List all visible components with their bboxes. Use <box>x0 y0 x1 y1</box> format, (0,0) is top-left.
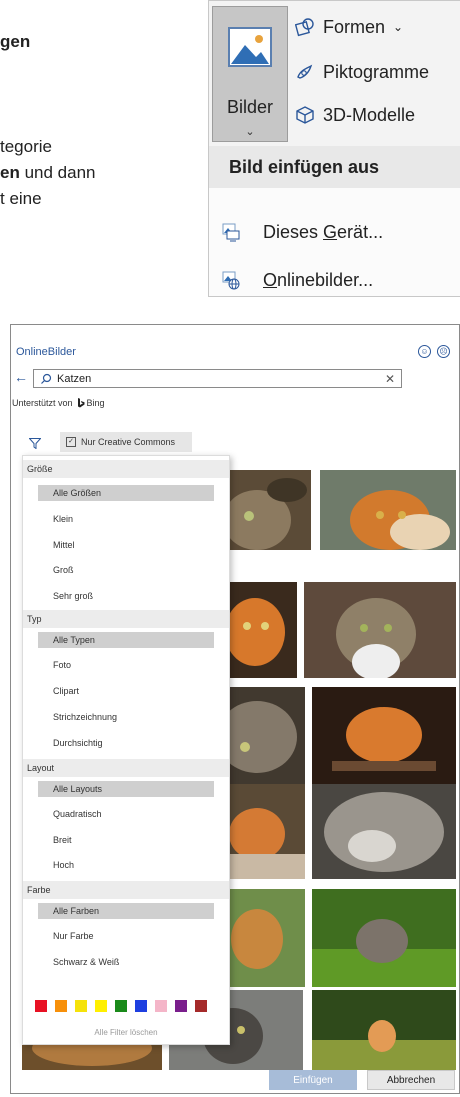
chevron-down-icon: ⌄ <box>245 126 255 138</box>
color-swatch[interactable] <box>75 1000 87 1012</box>
filter-option[interactable]: Foto <box>38 657 214 673</box>
piktogramme-label: Piktogramme <box>323 61 430 82</box>
cancel-button[interactable]: Abbrechen <box>367 1070 455 1090</box>
cat-image-thumbnail[interactable] <box>227 784 305 879</box>
back-arrow-icon[interactable]: ← <box>14 369 28 385</box>
search-box[interactable]: Katzen ✕ <box>33 369 402 388</box>
filter-option[interactable]: Quadratisch <box>38 806 214 822</box>
color-swatch[interactable] <box>115 1000 127 1012</box>
piktogramme-button[interactable]: Piktogramme <box>295 56 429 88</box>
checkbox-checked-icon: ✓ <box>66 437 76 447</box>
formen-button[interactable]: Formen ⌄ <box>295 11 403 43</box>
dialog-title: OnlineBilder <box>16 346 76 358</box>
cat-image-thumbnail[interactable] <box>312 990 456 1070</box>
filter-option[interactable]: Klein <box>38 511 214 527</box>
color-swatch[interactable] <box>175 1000 187 1012</box>
ribbon-illustrations-group: Bilder ⌄ Formen ⌄ Piktogramme 3D-Modelle <box>208 0 460 148</box>
powered-by-label: Unterstützt von <box>12 398 73 408</box>
instruction-bold: en <box>0 163 20 182</box>
online-pictures-dialog: OnlineBilder ☺ ☹ ← Katzen ✕ Unterstützt … <box>10 324 460 1094</box>
3d-modelle-button[interactable]: 3D-Modelle <box>295 99 415 131</box>
filter-section-color: Farbe <box>23 881 229 899</box>
menu-item-this-device[interactable]: Dieses Gerät... <box>221 216 383 248</box>
powered-by-bing: Unterstützt von Bing <box>12 398 105 408</box>
instruction-fragment: gen <box>0 32 31 51</box>
smile-feedback-icon[interactable]: ☺ <box>418 345 431 358</box>
filter-option[interactable]: Strichzeichnung <box>38 709 214 725</box>
filter-section-type: Typ <box>23 610 229 628</box>
insert-picture-menu: Bild einfügen aus Dieses Gerät... Online… <box>208 146 460 297</box>
cat-image-thumbnail[interactable] <box>227 687 305 785</box>
filter-option[interactable]: Alle Farben <box>38 903 214 919</box>
filter-option[interactable]: Alle Typen <box>38 632 214 648</box>
instruction-fragment: t eine <box>0 189 42 208</box>
bilder-button[interactable]: Bilder ⌄ <box>212 6 288 142</box>
cube-icon <box>296 106 314 124</box>
cat-image-thumbnail[interactable] <box>312 889 456 987</box>
filter-option[interactable]: Schwarz & Weiß <box>38 954 214 970</box>
color-swatch[interactable] <box>55 1000 67 1012</box>
menu-item-online-pictures[interactable]: Onlinebilder... <box>221 264 373 296</box>
chevron-down-icon: ⌄ <box>393 20 404 34</box>
insert-button[interactable]: Einfügen <box>269 1070 357 1090</box>
color-swatch[interactable] <box>195 1000 207 1012</box>
3d-modelle-label: 3D-Modelle <box>323 104 416 125</box>
bilder-label: Bilder <box>226 97 274 117</box>
filter-section-layout: Layout <box>23 759 229 777</box>
creative-commons-toggle[interactable]: ✓ Nur Creative Commons <box>60 432 192 452</box>
formen-label: Formen <box>323 16 386 37</box>
color-swatch[interactable] <box>35 1000 47 1012</box>
clear-all-filters-link[interactable]: Alle Filter löschen <box>23 1028 229 1037</box>
cat-image-thumbnail[interactable] <box>304 582 456 678</box>
cat-image-thumbnail[interactable] <box>320 470 456 550</box>
filter-option[interactable]: Mittel <box>38 537 214 553</box>
picture-icon <box>228 27 272 67</box>
filter-option[interactable]: Clipart <box>38 683 214 699</box>
filter-option[interactable]: Groß <box>38 562 214 578</box>
filter-option[interactable]: Alle Layouts <box>38 781 214 797</box>
cat-image-thumbnail[interactable] <box>227 889 305 987</box>
insert-menu-header: Bild einfügen aus <box>209 146 460 188</box>
filter-panel: Größe Alle Größen Klein Mittel Groß Sehr… <box>22 455 230 1045</box>
icons-icon <box>297 64 313 79</box>
creative-commons-label: Nur Creative Commons <box>81 437 176 447</box>
cat-image-thumbnail[interactable] <box>312 784 456 879</box>
search-input[interactable]: Katzen <box>57 373 91 385</box>
clear-search-icon[interactable]: ✕ <box>385 372 395 386</box>
shapes-icon <box>295 18 314 37</box>
filter-option[interactable]: Nur Farbe <box>38 928 214 944</box>
this-device-label: Dieses Gerät... <box>263 221 384 242</box>
device-picture-icon <box>222 223 240 242</box>
filter-option[interactable]: Sehr groß <box>38 588 214 604</box>
instruction-fragment: tegorie <box>0 137 52 156</box>
bing-logo-icon <box>77 398 85 408</box>
cat-image-thumbnail[interactable] <box>312 687 456 785</box>
filter-icon[interactable] <box>29 438 41 449</box>
bing-label: Bing <box>86 398 105 408</box>
color-swatch[interactable] <box>155 1000 167 1012</box>
frown-feedback-icon[interactable]: ☹ <box>437 345 450 358</box>
instruction-fragment: en und dann <box>0 163 95 183</box>
filter-option[interactable]: Durchsichtig <box>38 735 214 751</box>
filter-option[interactable]: Alle Größen <box>38 485 214 501</box>
color-swatch[interactable] <box>95 1000 107 1012</box>
instruction-text: und dann <box>19 163 96 182</box>
filter-section-size: Größe <box>23 460 229 478</box>
filter-option[interactable]: Breit <box>38 832 214 848</box>
filter-option[interactable]: Hoch <box>38 857 214 873</box>
online-picture-icon <box>222 271 240 290</box>
online-pictures-label: Onlinebilder... <box>263 269 374 290</box>
search-icon <box>41 373 52 384</box>
color-swatch[interactable] <box>135 1000 147 1012</box>
cat-image-thumbnail[interactable] <box>227 470 311 550</box>
cat-image-thumbnail[interactable] <box>227 582 297 678</box>
